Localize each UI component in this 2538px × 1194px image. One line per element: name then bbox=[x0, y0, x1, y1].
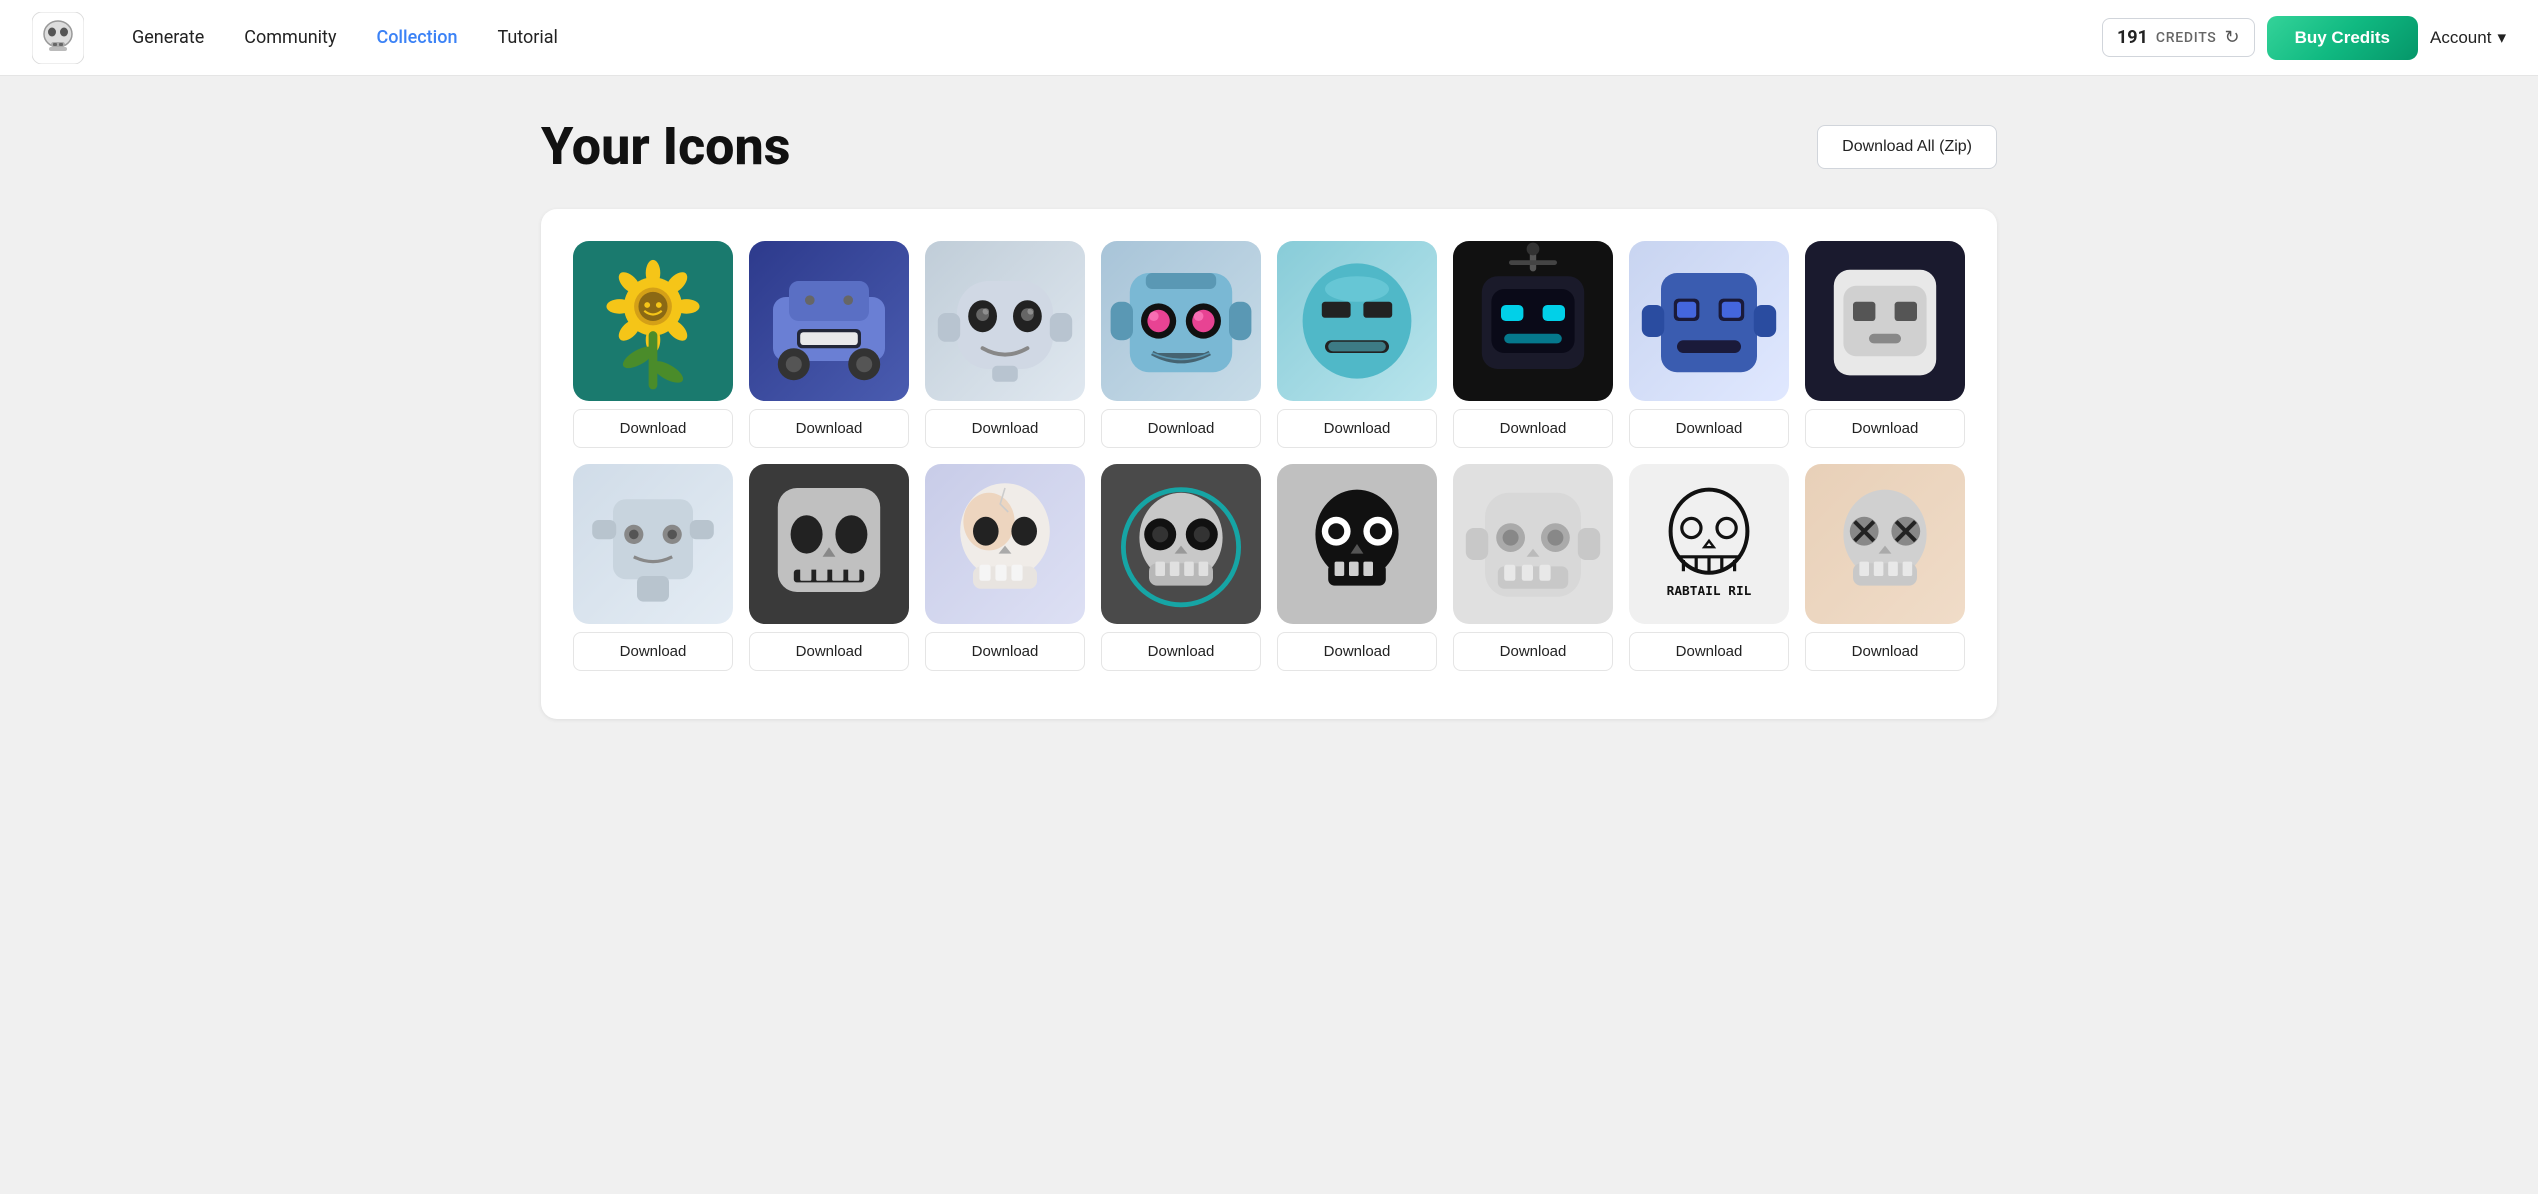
icon-item-dark-robot: Download bbox=[1453, 241, 1613, 448]
icon-image-cross-skull bbox=[1805, 464, 1965, 624]
icon-image-teal-robot bbox=[1277, 241, 1437, 401]
download-button-pink-eyes-robot[interactable]: Download bbox=[1101, 409, 1261, 448]
icon-image-blue-robot bbox=[1629, 241, 1789, 401]
page-title: Your Icons bbox=[541, 116, 790, 177]
credits-label: CREDITS bbox=[2156, 30, 2217, 46]
download-button-black-skull[interactable]: Download bbox=[1277, 632, 1437, 671]
collection-card: Download bbox=[541, 209, 1997, 719]
nav-right: 191 CREDITS ↻ Buy Credits Account ▾ bbox=[2102, 16, 2506, 60]
account-button[interactable]: Account ▾ bbox=[2430, 28, 2506, 48]
nav-links: Generate Community Collection Tutorial bbox=[132, 27, 2102, 48]
download-button-teal-robot[interactable]: Download bbox=[1277, 409, 1437, 448]
icon-image-round-robot bbox=[925, 241, 1085, 401]
download-button-dark-skull-round[interactable]: Download bbox=[1101, 632, 1261, 671]
icon-item-grey-robot-skull: Download bbox=[1453, 464, 1613, 671]
nav-community[interactable]: Community bbox=[244, 27, 336, 48]
icon-item-blue-robot: Download bbox=[1629, 241, 1789, 448]
icon-image-white-robot-dark bbox=[1805, 241, 1965, 401]
icon-image-dark-skull-round bbox=[1101, 464, 1261, 624]
icon-image-small-robot bbox=[573, 464, 733, 624]
icon-item-dark-skull-round: Download bbox=[1101, 464, 1261, 671]
download-all-button[interactable]: Download All (Zip) bbox=[1817, 125, 1997, 169]
download-button-dark-robot[interactable]: Download bbox=[1453, 409, 1613, 448]
icon-item-small-robot: Download bbox=[573, 464, 733, 671]
credits-badge[interactable]: 191 CREDITS ↻ bbox=[2102, 18, 2255, 57]
icon-grid-row1: Download bbox=[573, 241, 1965, 448]
icon-image-text-skull: RABTAIL RIL bbox=[1629, 464, 1789, 624]
logo[interactable] bbox=[32, 12, 84, 64]
credits-count: 191 bbox=[2117, 27, 2148, 48]
download-button-blue-robot[interactable]: Download bbox=[1629, 409, 1789, 448]
icon-image-lit-skull bbox=[925, 464, 1085, 624]
icon-image-dark-robot bbox=[1453, 241, 1613, 401]
icon-item-teal-robot: Download bbox=[1277, 241, 1437, 448]
icon-image-grey-robot-skull bbox=[1453, 464, 1613, 624]
icon-grid-row2: Download bbox=[573, 464, 1965, 671]
icon-item-pink-eyes-robot: Download bbox=[1101, 241, 1261, 448]
download-button-grey-robot-skull[interactable]: Download bbox=[1453, 632, 1613, 671]
account-label: Account bbox=[2430, 28, 2491, 48]
icon-item-text-skull: RABTAIL RIL Download bbox=[1629, 464, 1789, 671]
icon-image-sunflower bbox=[573, 241, 733, 401]
icon-item-sunflower: Download bbox=[573, 241, 733, 448]
refresh-icon[interactable]: ↻ bbox=[2225, 27, 2240, 48]
icon-item-black-skull: Download bbox=[1277, 464, 1437, 671]
icon-image-car-robot bbox=[749, 241, 909, 401]
download-button-white-robot-dark[interactable]: Download bbox=[1805, 409, 1965, 448]
download-button-text-skull[interactable]: Download bbox=[1629, 632, 1789, 671]
icon-item-white-robot-dark: Download bbox=[1805, 241, 1965, 448]
svg-text:RABTAIL RIL: RABTAIL RIL bbox=[1667, 584, 1752, 599]
nav-generate[interactable]: Generate bbox=[132, 27, 204, 48]
page-header: Your Icons Download All (Zip) bbox=[541, 116, 1997, 177]
download-button-sunflower[interactable]: Download bbox=[573, 409, 733, 448]
icon-item-cross-skull: Download bbox=[1805, 464, 1965, 671]
navbar: Generate Community Collection Tutorial 1… bbox=[0, 0, 2538, 76]
icon-item-car-robot: Download bbox=[749, 241, 909, 448]
download-button-car-robot[interactable]: Download bbox=[749, 409, 909, 448]
main-content: Your Icons Download All (Zip) bbox=[509, 76, 2029, 759]
download-button-cross-skull[interactable]: Download bbox=[1805, 632, 1965, 671]
icon-image-black-skull bbox=[1277, 464, 1437, 624]
icon-item-lit-skull: Download bbox=[925, 464, 1085, 671]
nav-collection[interactable]: Collection bbox=[376, 27, 457, 48]
chevron-down-icon: ▾ bbox=[2497, 28, 2506, 48]
nav-tutorial[interactable]: Tutorial bbox=[497, 27, 557, 48]
buy-credits-button[interactable]: Buy Credits bbox=[2267, 16, 2418, 60]
download-button-lit-skull[interactable]: Download bbox=[925, 632, 1085, 671]
icon-image-pink-eyes-robot bbox=[1101, 241, 1261, 401]
download-button-round-robot[interactable]: Download bbox=[925, 409, 1085, 448]
icon-item-round-robot: Download bbox=[925, 241, 1085, 448]
download-button-small-robot[interactable]: Download bbox=[573, 632, 733, 671]
icon-item-dark-skull-cube: Download bbox=[749, 464, 909, 671]
download-button-dark-skull-cube[interactable]: Download bbox=[749, 632, 909, 671]
icon-image-dark-skull-cube bbox=[749, 464, 909, 624]
